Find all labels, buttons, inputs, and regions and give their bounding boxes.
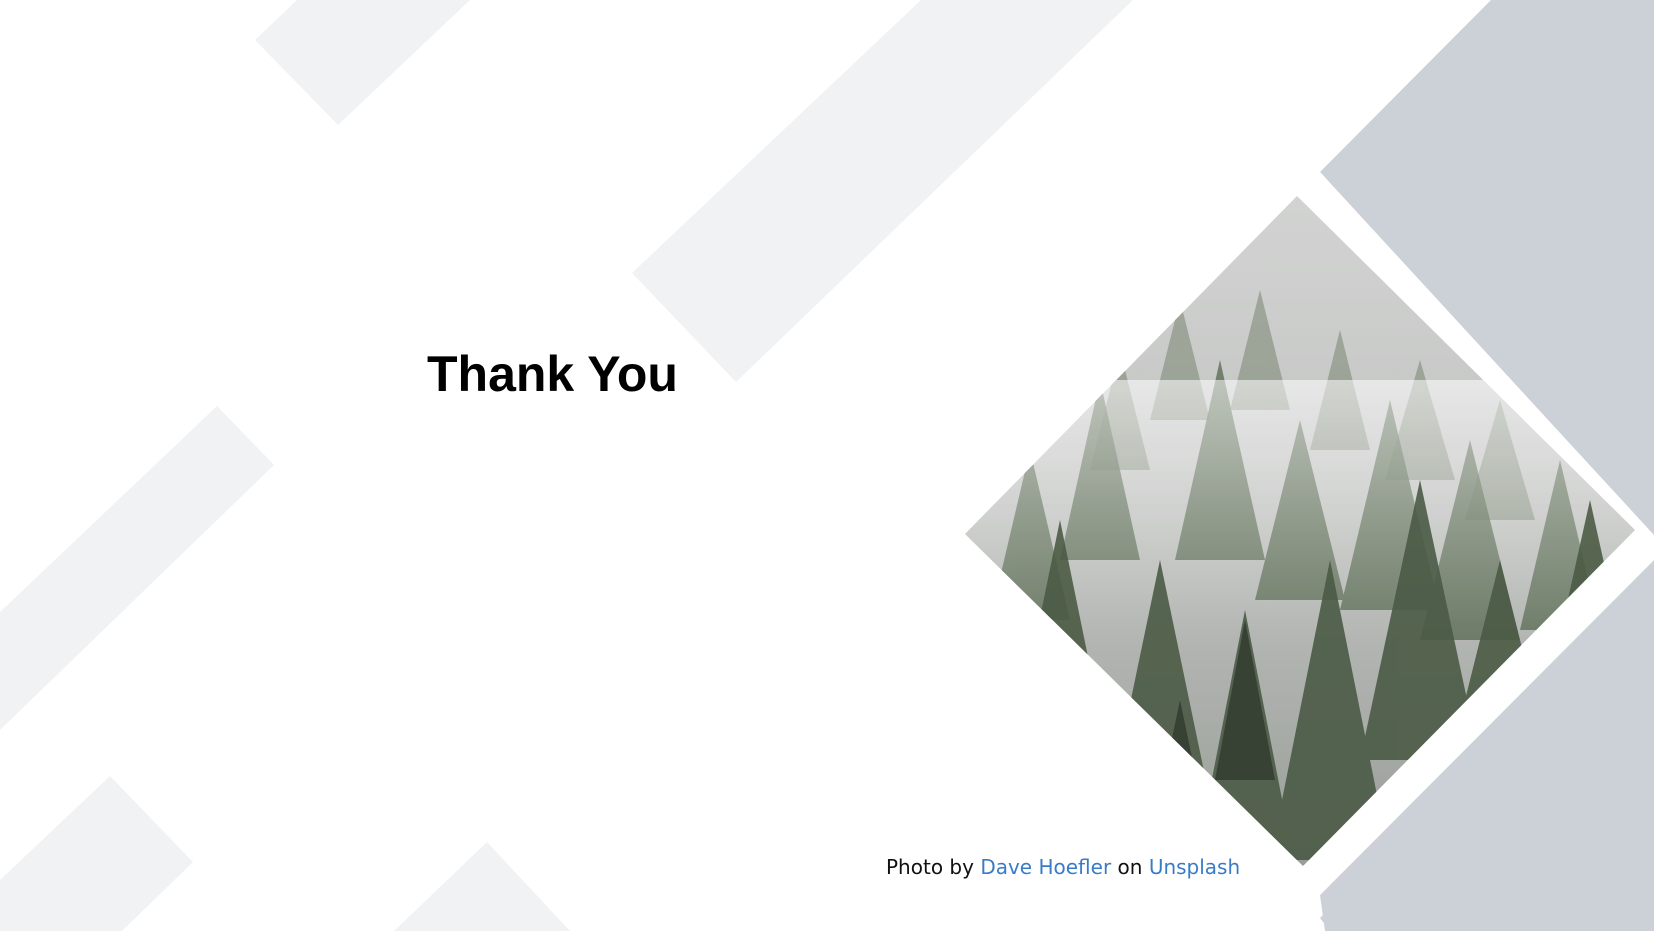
site-link[interactable]: Unsplash: [1149, 855, 1240, 879]
bg-stripe-bottom-left: [0, 776, 193, 931]
bg-stripe-left: [0, 406, 274, 730]
background-shapes: [0, 0, 1654, 931]
bg-stripe-bottom-center: [394, 842, 570, 931]
author-link[interactable]: Dave Hoefler: [980, 855, 1111, 879]
slide: Thank You Photo by Dave Hoefler on Unspl…: [0, 0, 1654, 931]
slide-title: Thank You: [427, 346, 678, 402]
credit-middle: on: [1117, 855, 1143, 879]
bg-stripe-center: [632, 0, 1133, 382]
credit-prefix: Photo by: [886, 855, 974, 879]
photo-credit: Photo by Dave Hoefler on Unsplash: [886, 853, 1240, 881]
bg-stripe-top-left: [255, 0, 470, 125]
